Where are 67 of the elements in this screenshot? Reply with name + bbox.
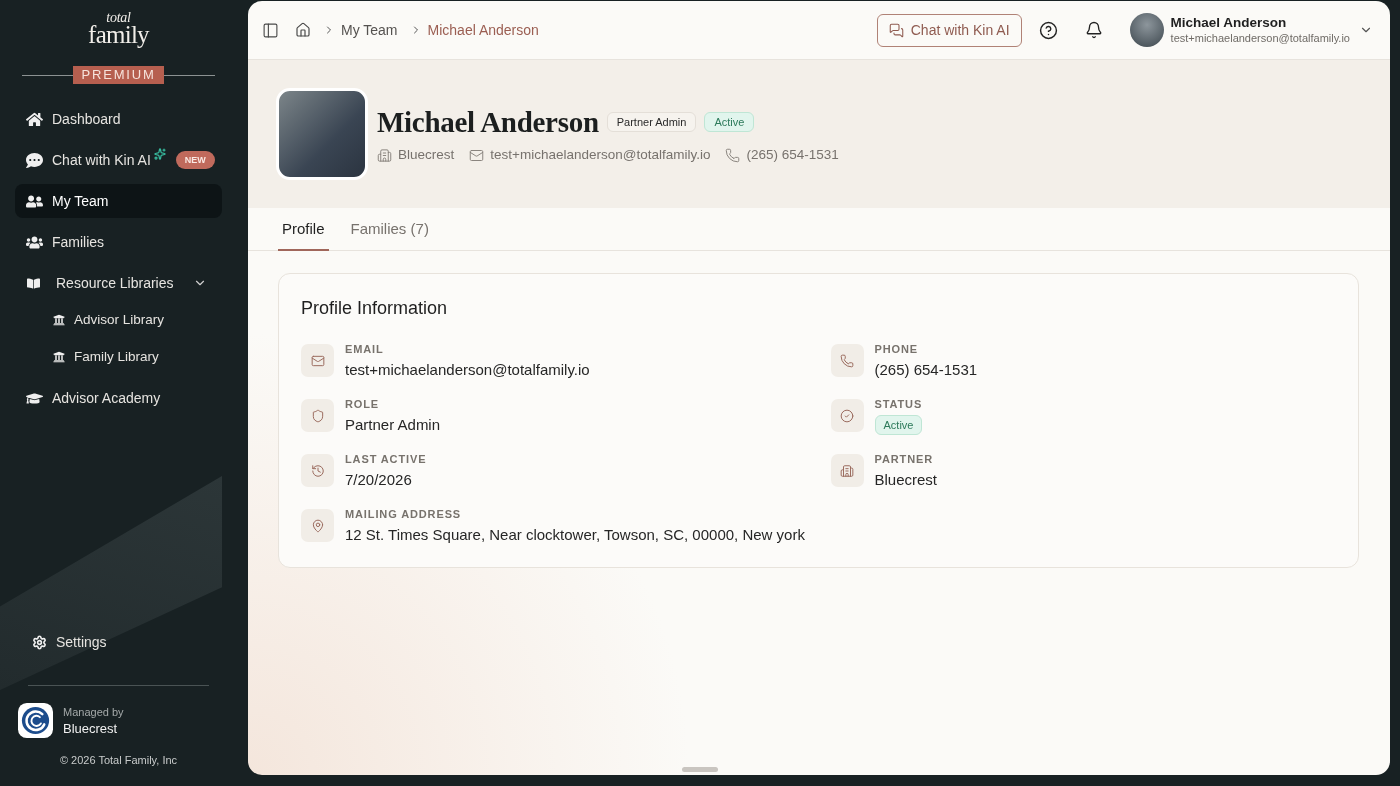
home-icon — [26, 110, 43, 128]
drag-handle[interactable] — [682, 767, 718, 772]
field-value: test+michaelanderson@totalfamily.io — [345, 360, 590, 380]
user-name: Michael Anderson — [1170, 14, 1288, 31]
profile-detail: (265) 654-1531 — [746, 145, 839, 164]
field-value: 12 St. Times Square, Near clocktower, Towson, SC, 00000, New york — [345, 525, 805, 545]
bank-icon — [53, 351, 65, 363]
nav-item[interactable]: My Team — [15, 184, 222, 218]
tab[interactable]: Profile — [278, 209, 329, 251]
logo: total family — [87, 12, 151, 47]
nav-item[interactable]: Chat with Kin AI NEW — [15, 143, 222, 177]
bell-icon[interactable] — [1084, 21, 1103, 39]
nav-item[interactable]: Resource Libraries — [15, 266, 222, 300]
managed-by-name: Bluecrest — [63, 720, 119, 737]
sidebar-toggle-icon[interactable] — [262, 21, 279, 39]
nav-subitem[interactable]: Advisor Library — [15, 303, 222, 337]
status-badge: Active — [874, 415, 923, 435]
field-label: EMAIL — [345, 342, 385, 356]
profile-badge: Active — [704, 111, 755, 132]
shield-icon — [301, 399, 334, 432]
chat-bubble-icon — [26, 151, 43, 169]
profile-name: Michael Anderson — [377, 104, 599, 140]
field-label: PARTNER — [874, 452, 934, 466]
field-value: 7/20/2026 — [345, 470, 413, 490]
nav-item[interactable]: Advisor Academy — [15, 381, 222, 415]
home-icon[interactable] — [295, 22, 311, 38]
book-icon — [27, 276, 40, 290]
premium-badge: PREMIUM — [73, 66, 164, 84]
new-badge: NEW — [175, 151, 215, 169]
managed-by-caption: Managed by — [63, 704, 124, 719]
field-label: STATUS — [874, 397, 923, 411]
chat-button[interactable]: Chat with Kin AI — [876, 13, 1022, 47]
chat-bubbles-icon — [888, 22, 904, 38]
building-icon — [830, 454, 864, 487]
field-value: Bluecrest — [874, 470, 938, 490]
breadcrumb-item[interactable]: My Team — [341, 19, 398, 41]
field-label: ROLE — [345, 397, 381, 411]
field-value: Partner Admin — [345, 415, 441, 435]
nav-item[interactable]: Families — [15, 225, 222, 259]
card-title: Profile Information — [301, 297, 449, 320]
bank-icon — [53, 314, 65, 326]
breadcrumb-item[interactable]: Michael Anderson — [427, 19, 539, 41]
profile-badge: Partner Admin — [606, 111, 697, 132]
avatar[interactable] — [1129, 13, 1164, 47]
nav-subitem[interactable]: Family Library — [15, 340, 222, 374]
swirl-logo-icon — [18, 703, 53, 738]
phone-icon — [830, 344, 864, 377]
mail-icon — [469, 147, 485, 163]
copyright-text: © 2026 Total Family, Inc — [59, 753, 178, 767]
building-icon — [377, 147, 392, 163]
help-icon[interactable] — [1038, 20, 1058, 40]
sparkle-icon — [153, 148, 166, 160]
settings-item[interactable]: Settings — [15, 625, 222, 659]
nav-item[interactable]: Dashboard — [15, 102, 222, 136]
mail-icon — [301, 344, 334, 377]
field-label: MAILING ADDRESS — [345, 507, 463, 521]
user-email: test+michaelanderson@totalfamily.io — [1170, 31, 1350, 46]
phone-icon — [725, 147, 741, 163]
map-pin-icon — [301, 509, 334, 542]
history-icon — [301, 454, 334, 487]
field-label: LAST ACTIVE — [345, 452, 427, 466]
field-value: (265) 654-1531 — [874, 360, 978, 380]
field-label: PHONE — [874, 342, 920, 356]
settings-icon — [32, 634, 47, 650]
profile-detail: test+michaelanderson@totalfamily.io — [490, 145, 711, 164]
profile-detail: Bluecrest — [398, 145, 455, 164]
tab[interactable]: Families (7) — [346, 209, 433, 251]
